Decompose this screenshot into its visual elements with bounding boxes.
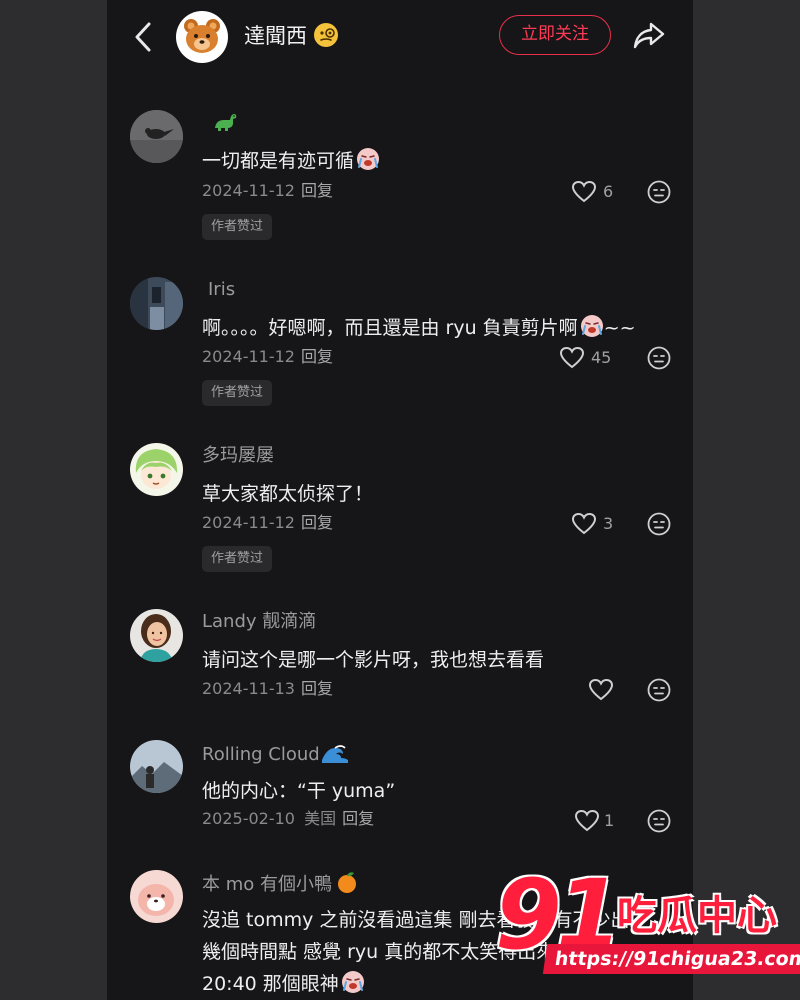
- reaction-button[interactable]: [647, 678, 671, 702]
- comment-text: 请问这个是哪一个影片呀，我也想去看看: [202, 649, 545, 671]
- commenter-avatar[interactable]: [130, 277, 183, 330]
- comment-text: 草大家都太侦探了！: [202, 483, 374, 505]
- like-count: 6: [603, 182, 614, 201]
- wave-emoji-icon: [321, 745, 348, 763]
- crying-face-emoji-icon: [357, 148, 380, 170]
- comment-date: 2024-11-12: [202, 181, 295, 200]
- like-button[interactable]: 45: [559, 345, 619, 371]
- smiley-face-icon: [647, 180, 671, 204]
- mountain-person-photo-icon: [130, 740, 183, 793]
- smiley-face-icon: [647, 512, 671, 536]
- top-bar: 達聞西 立即关注: [107, 0, 693, 78]
- comment-text: 啊。。。。好嗯啊，而且還是由 ryu 負責剪片啊 ~~: [202, 311, 677, 345]
- author-liked-badge: 作者赞过: [202, 380, 273, 406]
- watermark-url: https://91chigua23.com: [542, 944, 800, 974]
- share-arrow-icon: [633, 22, 665, 49]
- comment-screen: 達聞西 立即关注 一切都是有迹可循 2024-11-12 回复 6 作者赞过 I…: [107, 0, 693, 1000]
- commenter-avatar[interactable]: [130, 609, 183, 662]
- commenter-name[interactable]: Rolling Cloud: [202, 740, 349, 768]
- reply-button[interactable]: 回复: [301, 181, 333, 200]
- share-button[interactable]: [631, 18, 667, 52]
- back-button[interactable]: [129, 20, 159, 54]
- comment-date: 2024-11-13: [202, 679, 295, 698]
- site-watermark: 91 吃瓜中心 https://91chigua23.com: [495, 860, 800, 980]
- reaction-button[interactable]: [647, 512, 671, 536]
- profile-username[interactable]: 達聞西: [244, 22, 307, 50]
- bird-photo-icon: [130, 110, 183, 163]
- like-count: 1: [604, 811, 615, 830]
- crying-face-emoji-icon: [341, 971, 364, 993]
- heart-icon: [588, 678, 614, 701]
- left-backdrop: [0, 0, 107, 1000]
- commenter-name[interactable]: Iris: [208, 277, 235, 303]
- commenter-avatar[interactable]: [130, 110, 183, 163]
- reaction-button[interactable]: [647, 180, 671, 204]
- anime-character-avatar-icon: [130, 443, 183, 496]
- author-liked-badge: 作者赞过: [202, 546, 273, 572]
- smiley-face-icon: [647, 678, 671, 702]
- heart-icon: [571, 180, 597, 203]
- comment-text: 他的内心：“干 yuma”: [202, 780, 396, 802]
- comment-location: 美国: [304, 809, 337, 828]
- commenter-name[interactable]: Landy 靓滴滴: [202, 609, 316, 635]
- like-button[interactable]: [588, 677, 648, 703]
- commenter-name[interactable]: 本 mo 有個小鴨: [202, 870, 359, 898]
- comment-date: 2025-02-10: [202, 809, 295, 828]
- reply-button[interactable]: 回复: [301, 347, 333, 366]
- crying-face-emoji-icon: [580, 315, 603, 337]
- comment-meta: 2024-11-12 回复: [202, 512, 333, 534]
- comment-date: 2024-11-12: [202, 347, 295, 366]
- comment-meta: 2024-11-12 回复: [202, 346, 333, 368]
- comment-meta: 2024-11-13 回复: [202, 678, 333, 700]
- pink-seal-avatar-icon: [130, 870, 183, 923]
- comment-text: 一切都是有迹可循: [202, 144, 677, 178]
- smiley-face-icon: [647, 346, 671, 370]
- bear-face-icon: [184, 19, 220, 53]
- author-liked-badge: 作者赞过: [202, 214, 273, 240]
- like-count: 3: [603, 514, 614, 533]
- reaction-button[interactable]: [647, 346, 671, 370]
- heart-icon: [574, 809, 600, 832]
- watermark-name: 吃瓜中心: [617, 893, 777, 939]
- follow-button[interactable]: 立即关注: [499, 15, 611, 55]
- like-button[interactable]: 6: [571, 179, 631, 205]
- commenter-name[interactable]: [202, 110, 238, 137]
- commenter-name[interactable]: 多玛屡屡: [202, 443, 274, 469]
- reply-button[interactable]: 回复: [301, 679, 333, 698]
- comment-date: 2024-11-12: [202, 513, 295, 532]
- reaction-button[interactable]: [647, 809, 671, 833]
- street-photo-icon: [130, 277, 183, 330]
- reply-button[interactable]: 回复: [301, 513, 333, 532]
- like-count: 45: [591, 348, 612, 367]
- smiley-face-icon: [647, 809, 671, 833]
- woman-portrait-icon: [130, 609, 183, 662]
- commenter-avatar[interactable]: [130, 740, 183, 793]
- commenter-avatar[interactable]: [130, 443, 183, 496]
- monocle-face-emoji-icon: [313, 22, 339, 48]
- profile-avatar[interactable]: [176, 11, 228, 63]
- like-button[interactable]: 3: [571, 511, 631, 537]
- tangerine-emoji-icon: [338, 872, 356, 893]
- commenter-avatar[interactable]: [130, 870, 183, 923]
- reply-button[interactable]: 回复: [342, 809, 374, 828]
- dinosaur-emoji-icon: [215, 114, 237, 131]
- chevron-left-icon: [135, 22, 151, 52]
- heart-icon: [571, 512, 597, 535]
- comment-meta: 2025-02-10 美国 回复: [202, 808, 374, 830]
- heart-icon: [559, 346, 585, 369]
- like-button[interactable]: 1: [574, 808, 634, 834]
- comment-meta: 2024-11-12 回复: [202, 180, 333, 202]
- right-backdrop: [693, 0, 800, 1000]
